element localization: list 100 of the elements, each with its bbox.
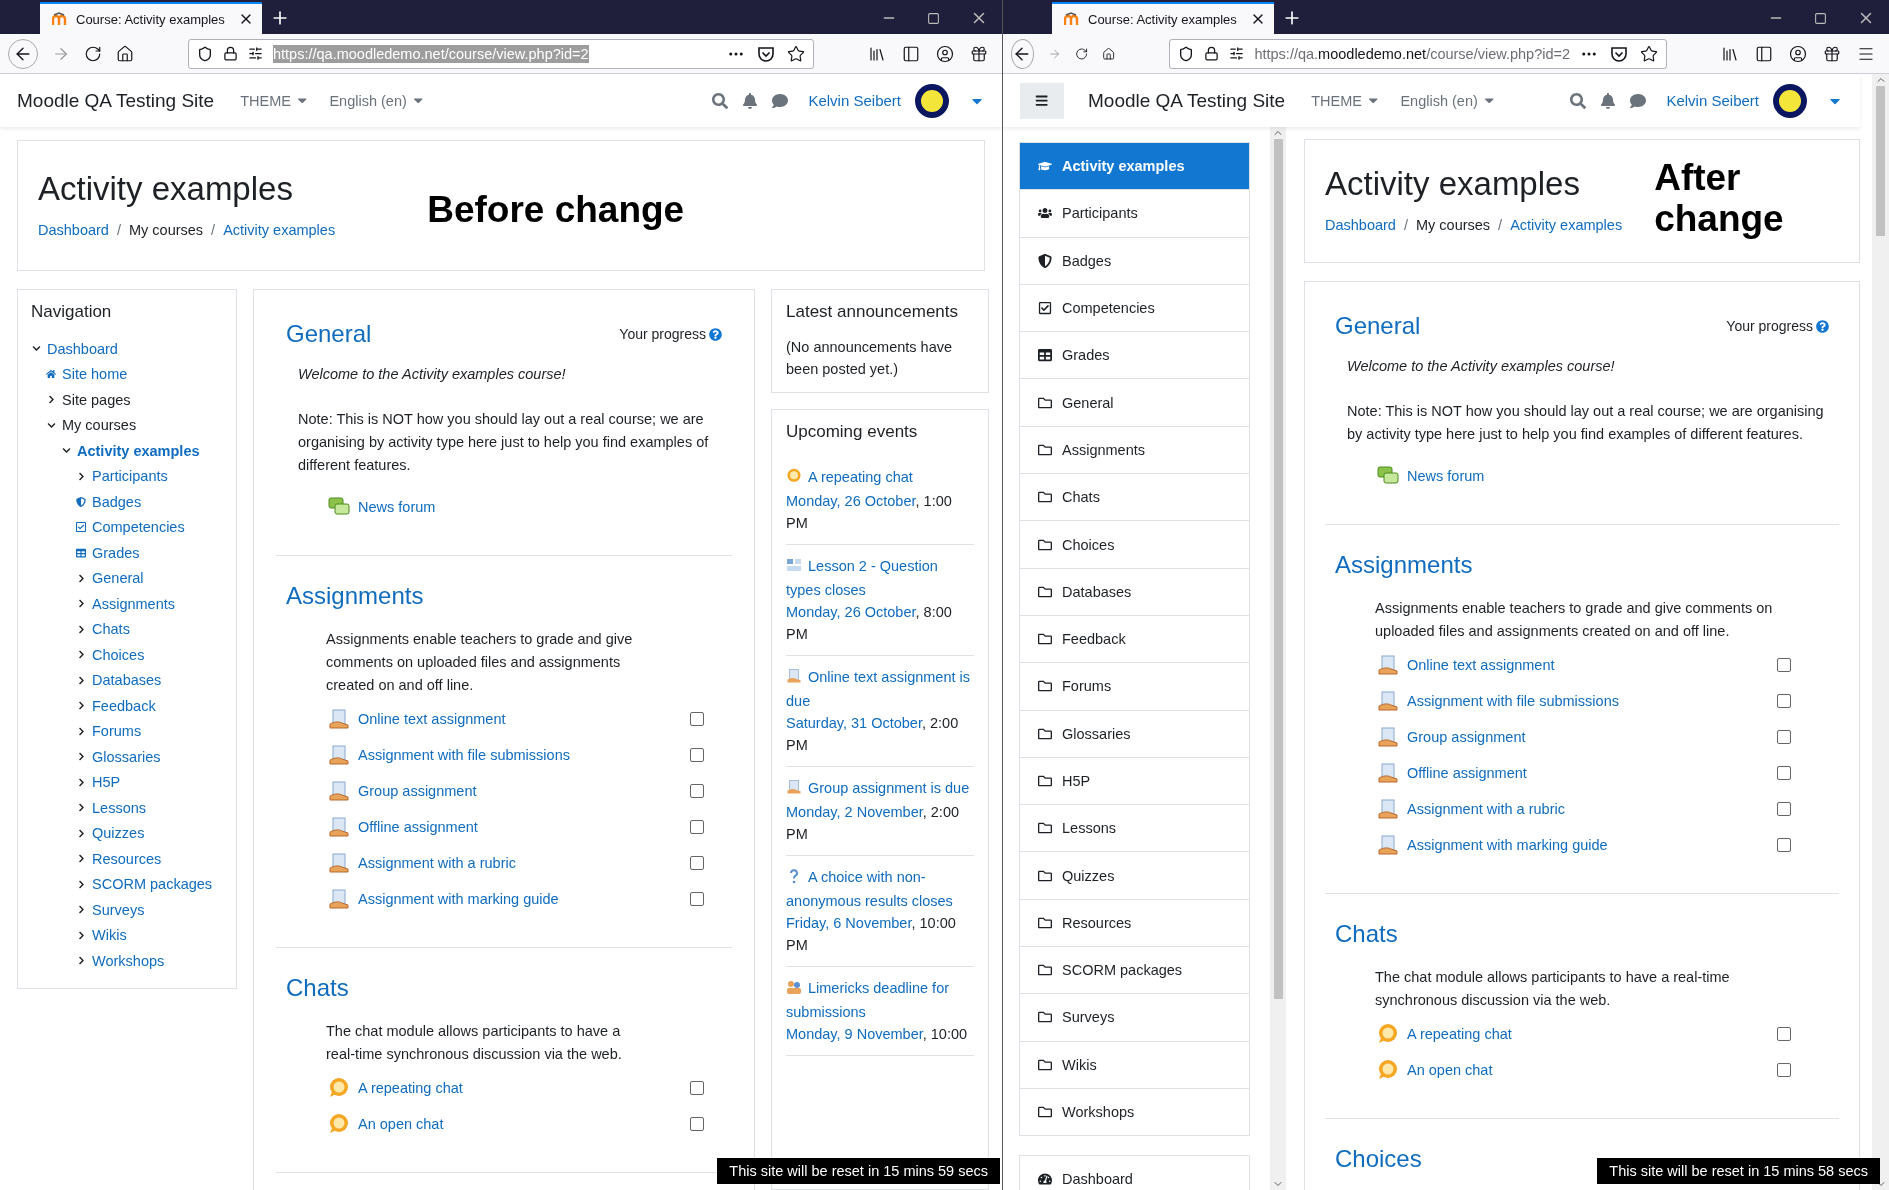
activity-link[interactable]: Offline assignment: [1407, 765, 1527, 781]
tree-item[interactable]: Wikis: [92, 927, 127, 944]
drawer-item[interactable]: Activity examples: [1019, 142, 1250, 191]
site-name[interactable]: Moodle QA Testing Site: [1088, 89, 1286, 112]
nav-menu[interactable]: English (en): [329, 92, 426, 109]
drawer-item[interactable]: Badges: [1019, 236, 1250, 285]
drawer-item[interactable]: Wikis: [1019, 1040, 1250, 1089]
event-link[interactable]: A choice with non-anonymous results closes: [786, 866, 974, 912]
nav-menu[interactable]: THEME: [240, 92, 310, 109]
activity-link[interactable]: Assignment with a rubric: [358, 855, 516, 871]
browser-tab[interactable]: Course: Activity examples: [40, 2, 262, 34]
help-icon[interactable]: [1816, 319, 1829, 333]
chevron-right-icon[interactable]: [76, 599, 86, 609]
completion-checkbox[interactable]: [690, 1081, 704, 1095]
activity-link[interactable]: An open chat: [358, 1116, 444, 1132]
chevron-down-icon[interactable]: [61, 446, 71, 456]
tree-item[interactable]: Choices: [92, 646, 145, 663]
activity-link[interactable]: News forum: [1407, 468, 1485, 484]
date-link[interactable]: Monday, 26 October: [786, 493, 916, 509]
address-bar[interactable]: https://qa.moodledemo.net/course/view.php?id=2: [1169, 38, 1667, 69]
activity-link[interactable]: News forum: [358, 499, 436, 515]
bell-icon[interactable]: [742, 92, 759, 109]
breadcrumb-item[interactable]: Dashboard: [38, 221, 109, 238]
activity-link[interactable]: Group assignment: [1407, 729, 1526, 745]
drawer-item[interactable]: Competencies: [1019, 283, 1250, 333]
chevron-down-icon[interactable]: [31, 344, 41, 354]
page-scrollbar[interactable]: [1872, 74, 1889, 1190]
avatar-icon[interactable]: [1773, 83, 1807, 118]
event-link[interactable]: Limericks deadline for submissions: [786, 977, 974, 1023]
drawer-item[interactable]: Lessons: [1019, 804, 1250, 853]
completion-checkbox[interactable]: [690, 892, 704, 906]
chevron-right-icon[interactable]: [76, 854, 86, 864]
drawer-item[interactable]: H5P: [1019, 756, 1250, 806]
reload-icon[interactable]: [84, 44, 102, 63]
tree-item[interactable]: Workshops: [92, 952, 165, 969]
event-link[interactable]: Group assignment is due: [786, 777, 974, 801]
chevron-right-icon[interactable]: [76, 905, 86, 915]
chevron-down-icon[interactable]: [46, 420, 56, 430]
date-link[interactable]: Friday, 6 November: [786, 915, 912, 931]
chevron-right-icon[interactable]: [76, 879, 86, 889]
completion-checkbox[interactable]: [1777, 658, 1791, 672]
event-link[interactable]: Lesson 2 - Question types closes: [786, 555, 974, 601]
completion-checkbox[interactable]: [1777, 802, 1791, 816]
tree-item[interactable]: Forums: [92, 723, 142, 740]
chevron-right-icon[interactable]: [76, 752, 86, 762]
date-link[interactable]: Monday, 9 November: [786, 1026, 923, 1042]
nav-menu[interactable]: THEME: [1311, 92, 1381, 109]
drawer-item[interactable]: Surveys: [1019, 993, 1250, 1042]
user-name[interactable]: Kelvin Seibert: [1666, 92, 1759, 109]
browser-tab[interactable]: Course: Activity examples: [1052, 2, 1274, 34]
site-name[interactable]: Moodle QA Testing Site: [17, 89, 215, 112]
completion-checkbox[interactable]: [690, 1117, 704, 1131]
activity-link[interactable]: Offline assignment: [358, 819, 478, 835]
activity-link[interactable]: Assignment with marking guide: [358, 891, 559, 907]
account-icon[interactable]: [1789, 44, 1807, 63]
nav-menu[interactable]: English (en): [1400, 92, 1497, 109]
completion-checkbox[interactable]: [690, 820, 704, 834]
drawer-item[interactable]: Grades: [1019, 331, 1250, 380]
tree-item[interactable]: Grades: [92, 544, 140, 561]
chevron-right-icon[interactable]: [76, 471, 86, 481]
completion-checkbox[interactable]: [1777, 694, 1791, 708]
activity-link[interactable]: A repeating chat: [358, 1080, 463, 1096]
sidebar-icon[interactable]: [902, 44, 920, 63]
tree-item[interactable]: Quizzes: [92, 825, 145, 842]
completion-checkbox[interactable]: [1777, 1063, 1791, 1077]
user-name[interactable]: Kelvin Seibert: [808, 92, 901, 109]
search-icon[interactable]: [1570, 92, 1587, 109]
activity-link[interactable]: Online text assignment: [1407, 657, 1555, 673]
chevron-right-icon[interactable]: [46, 395, 56, 405]
gift-icon[interactable]: [1823, 44, 1841, 63]
completion-checkbox[interactable]: [690, 712, 704, 726]
activity-link[interactable]: Assignment with file submissions: [1407, 693, 1619, 709]
date-link[interactable]: Monday, 2 November: [786, 804, 923, 820]
drawer-item[interactable]: General: [1019, 378, 1250, 427]
chevron-right-icon[interactable]: [76, 803, 86, 813]
bell-icon[interactable]: [1600, 92, 1617, 109]
account-icon[interactable]: [936, 44, 954, 63]
activity-link[interactable]: Group assignment: [358, 783, 477, 799]
chevron-right-icon[interactable]: [76, 675, 86, 685]
scrollbar-thumb[interactable]: [1876, 86, 1885, 236]
event-link[interactable]: Online text assignment is due: [786, 666, 974, 712]
message-icon[interactable]: [772, 92, 789, 109]
completion-checkbox[interactable]: [1777, 766, 1791, 780]
tree-item[interactable]: Activity examples: [77, 442, 200, 459]
completion-checkbox[interactable]: [1777, 838, 1791, 852]
breadcrumb-item[interactable]: Dashboard: [1325, 217, 1396, 233]
help-icon[interactable]: [709, 327, 722, 341]
drawer-item[interactable]: Forums: [1019, 662, 1250, 711]
drawer-item[interactable]: Workshops: [1019, 1087, 1250, 1137]
chevron-right-icon[interactable]: [76, 701, 86, 711]
activity-link[interactable]: Assignment with marking guide: [1407, 837, 1608, 853]
drawer-item[interactable]: Resources: [1019, 898, 1250, 948]
drawer-item[interactable]: Choices: [1019, 520, 1250, 569]
activity-link[interactable]: An open chat: [1407, 1062, 1493, 1078]
event-link[interactable]: A repeating chat: [786, 466, 974, 490]
activity-link[interactable]: Assignment with file submissions: [358, 747, 570, 763]
star-icon[interactable]: [787, 44, 805, 63]
tree-item[interactable]: SCORM packages: [92, 876, 213, 893]
drawer-item[interactable]: Databases: [1019, 567, 1250, 616]
date-link[interactable]: Saturday, 31 October: [786, 715, 922, 731]
